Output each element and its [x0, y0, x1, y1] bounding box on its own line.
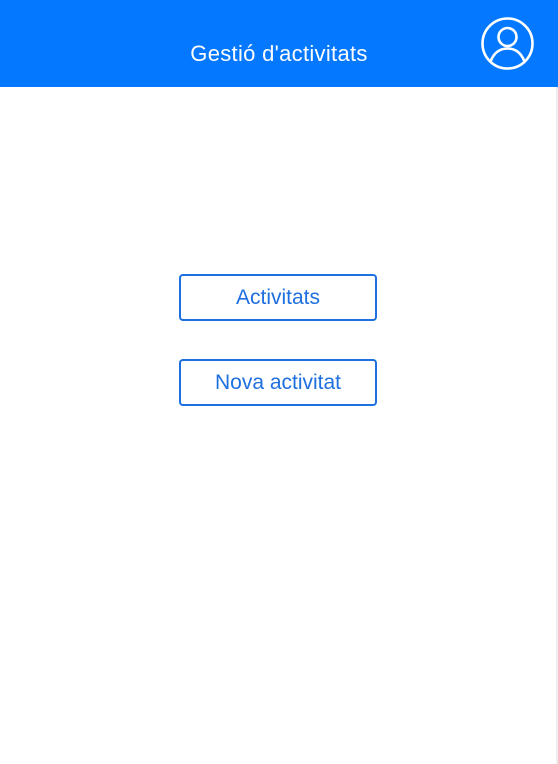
- page-title: Gestió d'activitats: [190, 41, 368, 66]
- app-root: Gestió d'activitats Activitats Nova acti…: [0, 0, 558, 764]
- activities-button[interactable]: Activitats: [179, 274, 377, 321]
- user-circle-icon: [481, 17, 534, 70]
- new-activity-button[interactable]: Nova activitat: [179, 359, 377, 406]
- app-header: Gestió d'activitats: [0, 0, 558, 87]
- profile-button[interactable]: [480, 16, 535, 71]
